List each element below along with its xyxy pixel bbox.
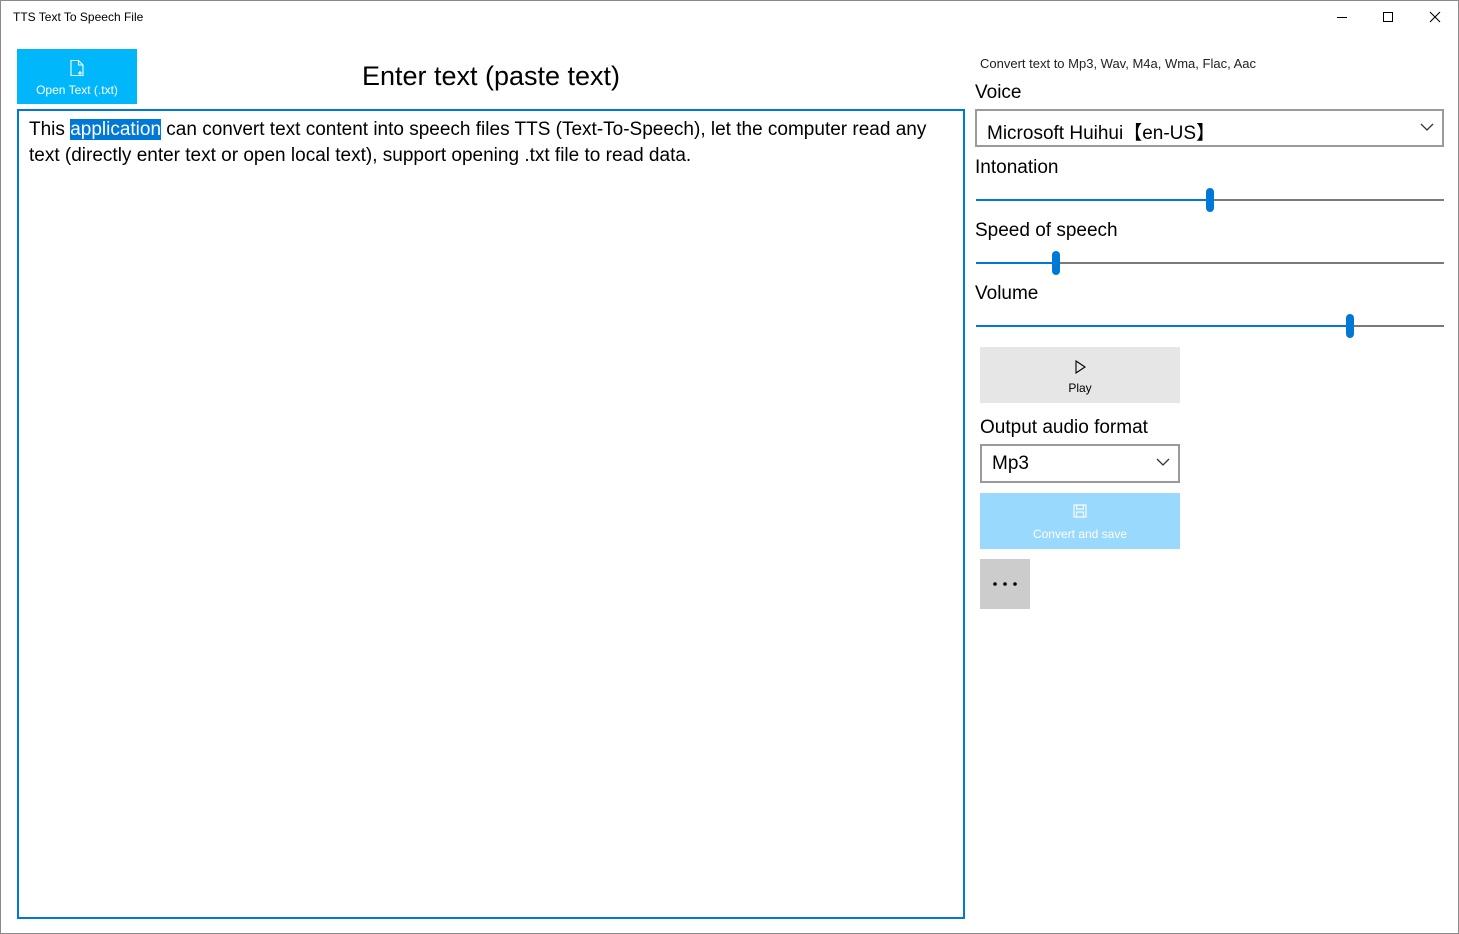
- slider-fill: [976, 325, 1350, 327]
- maximize-button[interactable]: [1365, 1, 1411, 33]
- format-label: Output audio format: [980, 417, 1148, 438]
- editor-heading: Enter text (paste text): [361, 61, 621, 91]
- more-icon: [993, 582, 1017, 586]
- more-options-button[interactable]: [980, 559, 1030, 609]
- voice-label: Voice: [975, 82, 1022, 103]
- close-icon: [1429, 11, 1441, 23]
- chevron-down-icon: [1156, 458, 1170, 466]
- speed-label: Speed of speech: [975, 220, 1118, 241]
- intonation-label: Intonation: [975, 157, 1059, 178]
- convert-and-save-label: Convert and save: [1032, 527, 1128, 541]
- title-bar: TTS Text To Speech File: [1, 1, 1458, 33]
- text-after-selection: can convert text content into speech fil…: [29, 119, 927, 166]
- volume-label: Volume: [975, 283, 1039, 304]
- selected-text: application: [70, 119, 162, 140]
- text-input-area[interactable]: This application can convert text conten…: [17, 109, 965, 919]
- play-label: Play: [1068, 381, 1092, 395]
- play-button[interactable]: Play: [980, 347, 1180, 403]
- minimize-button[interactable]: [1319, 1, 1365, 33]
- text-before-selection: This: [29, 119, 71, 140]
- window-title: TTS Text To Speech File: [13, 10, 144, 24]
- volume-slider[interactable]: [976, 314, 1444, 338]
- voice-value: Microsoft Huihui【en-US】: [987, 123, 1216, 144]
- slider-thumb[interactable]: [1206, 188, 1214, 212]
- slider-fill: [976, 199, 1210, 201]
- format-value: Mp3: [992, 453, 1029, 474]
- speed-slider[interactable]: [976, 251, 1444, 275]
- slider-fill: [976, 262, 1056, 264]
- close-button[interactable]: [1412, 1, 1458, 33]
- play-icon: [1075, 360, 1086, 374]
- minimize-icon: [1337, 17, 1347, 18]
- text-content[interactable]: This application can convert text conten…: [29, 117, 949, 169]
- voice-select[interactable]: Microsoft Huihui【en-US】: [975, 109, 1444, 147]
- slider-thumb[interactable]: [1346, 314, 1354, 338]
- slider-thumb[interactable]: [1052, 251, 1060, 275]
- chevron-down-icon: [1420, 123, 1434, 131]
- format-select[interactable]: Mp3: [980, 444, 1180, 483]
- convert-and-save-button[interactable]: Convert and save: [980, 493, 1180, 549]
- app-window: TTS Text To Speech File Open Text (.txt)…: [0, 0, 1459, 934]
- save-icon: [1073, 504, 1087, 518]
- format-hint: Convert text to Mp3, Wav, M4a, Wma, Flac…: [980, 56, 1256, 71]
- intonation-slider[interactable]: [976, 188, 1444, 212]
- maximize-icon: [1383, 12, 1393, 22]
